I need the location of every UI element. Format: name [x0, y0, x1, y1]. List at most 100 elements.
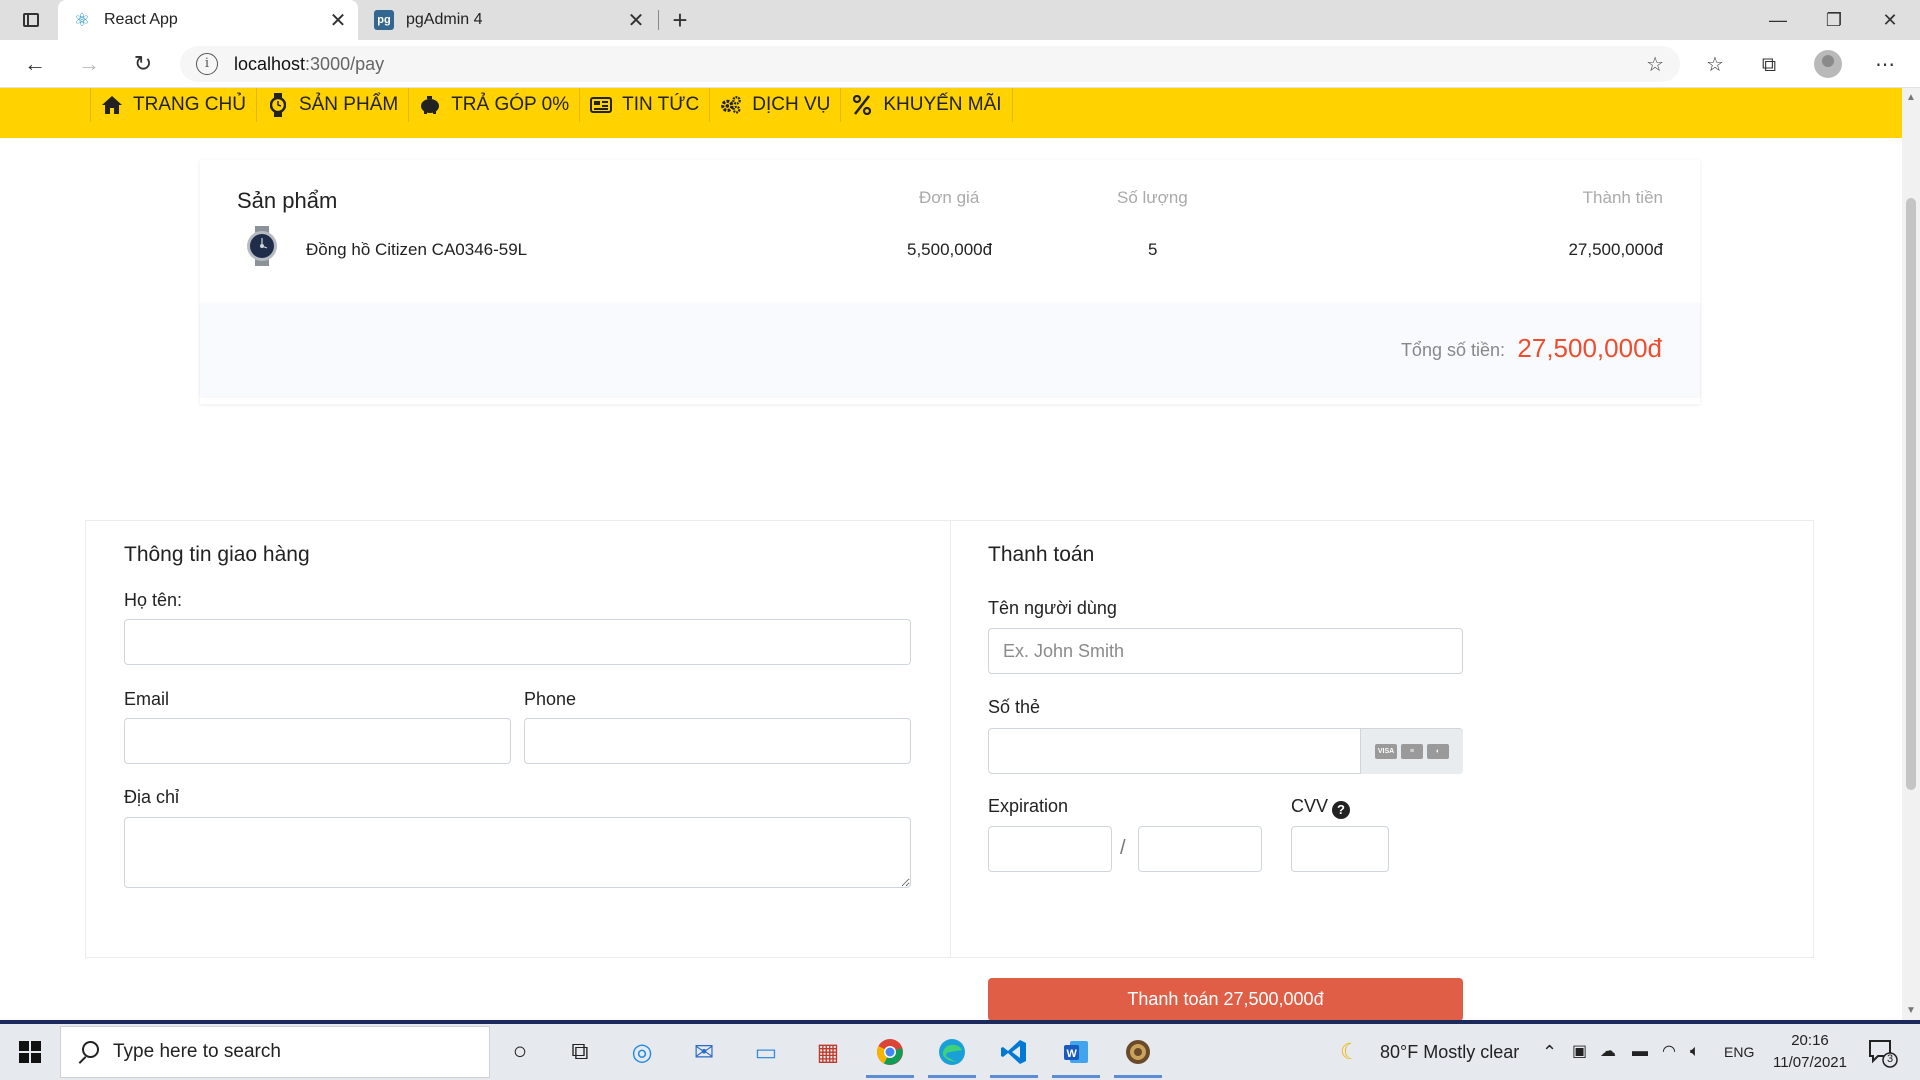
- close-tab-icon[interactable]: ✕: [324, 8, 352, 33]
- cvv-input[interactable]: [1291, 826, 1389, 872]
- total-value: 27,500,000đ: [1517, 333, 1662, 363]
- nav-item-installment[interactable]: TRẢ GÓP 0%: [409, 88, 581, 122]
- vscode-icon[interactable]: [986, 1028, 1042, 1078]
- search-placeholder: Type here to search: [113, 1041, 281, 1062]
- product-image[interactable]: [244, 226, 280, 266]
- close-tab-icon[interactable]: ✕: [622, 8, 650, 33]
- nav-label: KHUYẾN MÃI: [883, 94, 1002, 115]
- favorites-icon[interactable]: ☆: [1700, 50, 1730, 80]
- more-options-icon[interactable]: ⋯: [1870, 50, 1900, 80]
- tab-react-app[interactable]: ⚛ React App ✕: [58, 0, 358, 40]
- gears-icon: [720, 94, 742, 116]
- page-scrollbar[interactable]: ▲ ▼: [1902, 88, 1920, 1020]
- app-compass-icon[interactable]: ◎: [614, 1028, 670, 1076]
- email-label: Email: [124, 689, 170, 709]
- taskbar-search[interactable]: Type here to search: [60, 1026, 490, 1078]
- nav-label: TRẢ GÓP 0%: [451, 94, 570, 115]
- app-crest-icon[interactable]: [1110, 1028, 1166, 1078]
- card-number-label: Số thẻ: [988, 697, 1041, 717]
- refresh-button[interactable]: ↻: [126, 48, 160, 80]
- home-icon: [101, 94, 123, 116]
- nav-item-services[interactable]: DỊCH VỤ: [710, 88, 842, 122]
- product-unit-price: 5,500,000đ: [907, 240, 993, 259]
- mastercard-icon: ◐: [1427, 744, 1449, 759]
- weather-text[interactable]: 80°F Mostly clear: [1380, 1024, 1519, 1080]
- url-path: :3000/pay: [305, 53, 385, 74]
- new-tab-button[interactable]: +: [664, 4, 696, 36]
- wifi-icon[interactable]: ◠: [1662, 1024, 1676, 1080]
- react-icon: ⚛: [73, 9, 91, 30]
- info-icon[interactable]: i: [196, 53, 218, 75]
- task-view-icon[interactable]: ⧉: [552, 1028, 608, 1076]
- email-input[interactable]: [124, 718, 511, 764]
- nav-item-news[interactable]: TIN TỨC: [580, 88, 711, 122]
- scroll-up-icon[interactable]: ▲: [1906, 92, 1916, 103]
- phone-input[interactable]: [524, 718, 911, 764]
- add-favorite-icon[interactable]: ☆: [1646, 52, 1664, 77]
- cart-total-bar: Tổng số tiền: 27,500,000đ: [200, 303, 1700, 396]
- minimize-button[interactable]: —: [1750, 0, 1806, 40]
- collections-icon[interactable]: ⧉: [1754, 50, 1784, 80]
- battery-icon[interactable]: ▬: [1632, 1024, 1648, 1080]
- store-app-icon[interactable]: ▦: [800, 1028, 856, 1076]
- start-button[interactable]: [0, 1024, 60, 1080]
- main-navigation: TRANG CHỦ SẢN PHẨM TRẢ GÓP 0% TIN TỨC DỊ…: [0, 88, 1902, 138]
- phone-label: Phone: [524, 689, 577, 709]
- username-input[interactable]: [988, 628, 1463, 674]
- clock-date: 11/07/2021: [1773, 1054, 1847, 1071]
- expiration-separator: /: [1120, 837, 1126, 859]
- weather-moon-icon[interactable]: ☾: [1340, 1024, 1360, 1080]
- notification-icon[interactable]: 3: [1866, 1036, 1898, 1068]
- chrome-icon[interactable]: [862, 1028, 918, 1078]
- expiration-year-input[interactable]: [1138, 826, 1262, 872]
- cart-header-subtotal: Thành tiền: [1582, 188, 1663, 207]
- name-input[interactable]: [124, 619, 911, 665]
- tab-actions-button[interactable]: [14, 8, 48, 32]
- scroll-thumb[interactable]: [1906, 198, 1916, 790]
- nav-label: TIN TỨC: [622, 94, 700, 115]
- restore-button[interactable]: ❐: [1806, 0, 1862, 40]
- pay-button[interactable]: Thanh toán 27,500,000đ: [988, 978, 1463, 1020]
- device-icon[interactable]: ▣: [1572, 1024, 1587, 1080]
- amex-icon: ≡: [1401, 744, 1423, 759]
- word-icon[interactable]: W: [1048, 1028, 1104, 1078]
- mail-icon[interactable]: ✉: [676, 1028, 732, 1076]
- chevron-up-icon[interactable]: ⌃: [1542, 1024, 1557, 1080]
- scroll-down-icon[interactable]: ▼: [1906, 1005, 1916, 1016]
- nav-item-home[interactable]: TRANG CHỦ: [90, 88, 257, 122]
- forward-button[interactable]: →: [72, 48, 106, 80]
- address-textarea[interactable]: [124, 817, 911, 888]
- cart-header-quantity: Số lượng: [1117, 188, 1188, 207]
- cortana-icon[interactable]: ○: [492, 1028, 548, 1076]
- expiration-month-input[interactable]: [988, 826, 1112, 872]
- tab-separator: [658, 10, 659, 30]
- product-subtotal: 27,500,000đ: [1568, 240, 1663, 259]
- nav-label: TRANG CHỦ: [133, 94, 246, 115]
- percent-icon: [851, 94, 873, 116]
- notification-count: 3: [1886, 1053, 1894, 1065]
- volume-icon[interactable]: 🔈︎: [1690, 1024, 1700, 1080]
- laptop-app-icon[interactable]: ▭: [738, 1028, 794, 1076]
- nav-item-products[interactable]: SẢN PHẨM: [257, 88, 410, 122]
- profile-avatar[interactable]: [1814, 50, 1842, 78]
- tab-pgadmin[interactable]: pg pgAdmin 4 ✕: [360, 0, 656, 40]
- edge-icon[interactable]: [924, 1028, 980, 1078]
- cart-row: Đồng hồ Citizen CA0346-59L 5,500,000đ 5 …: [200, 222, 1700, 282]
- question-circle-icon[interactable]: ?: [1332, 801, 1351, 819]
- language-indicator[interactable]: ENG: [1724, 1024, 1754, 1080]
- url-field[interactable]: i localhost:3000/pay ☆: [180, 46, 1680, 82]
- close-window-button[interactable]: ✕: [1862, 0, 1918, 40]
- piggy-bank-icon: [419, 94, 441, 116]
- nav-item-promotions[interactable]: KHUYẾN MÃI: [841, 88, 1013, 122]
- page-viewport: TRANG CHỦ SẢN PHẨM TRẢ GÓP 0% TIN TỨC DỊ…: [0, 88, 1920, 1020]
- back-button[interactable]: ←: [18, 48, 52, 80]
- cvv-label: CVV: [1291, 796, 1329, 816]
- browser-tab-bar: ⚛ React App ✕ pg pgAdmin 4 ✕ + — ❐ ✕: [0, 0, 1920, 40]
- nav-label: DỊCH VỤ: [752, 94, 831, 115]
- pgadmin-icon: pg: [374, 10, 394, 30]
- product-name[interactable]: Đồng hồ Citizen CA0346-59L: [306, 240, 527, 260]
- tab-title: pgAdmin 4: [406, 11, 483, 28]
- cloud-icon[interactable]: ☁: [1600, 1024, 1616, 1080]
- clock[interactable]: 20:16 11/07/2021: [1760, 1030, 1860, 1074]
- svg-text:W: W: [1067, 1048, 1078, 1060]
